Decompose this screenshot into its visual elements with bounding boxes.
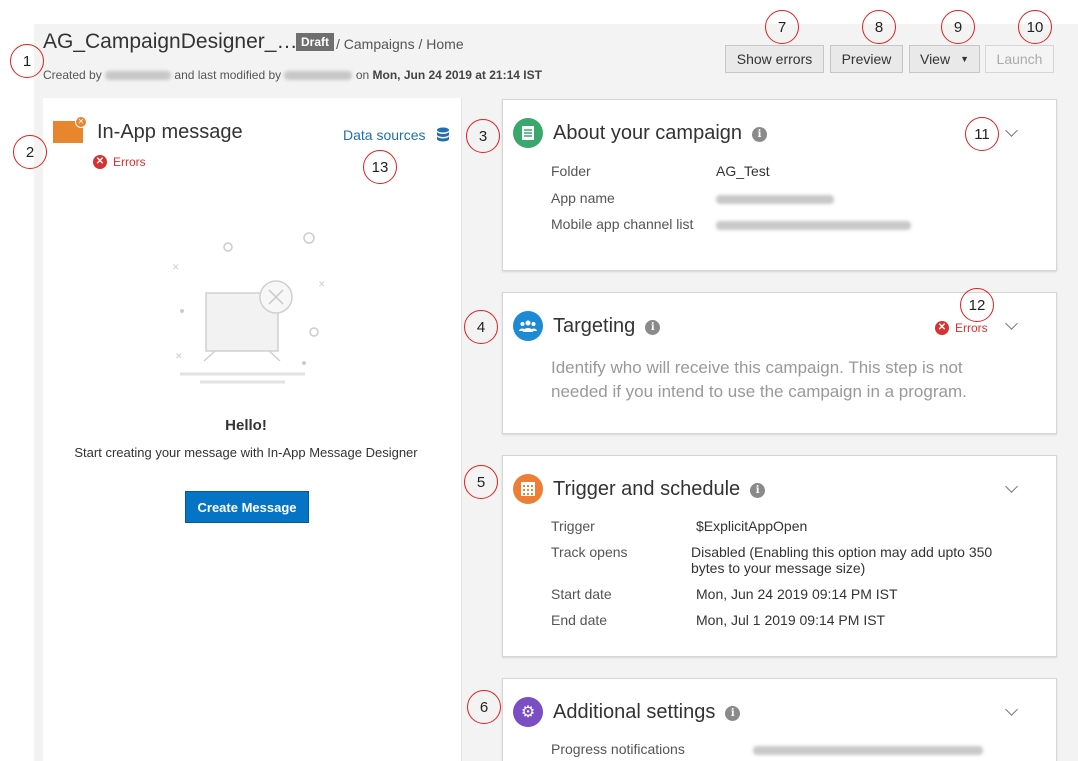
error-icon: ✕	[93, 154, 107, 169]
end-date-label: End date	[551, 612, 608, 628]
annotation-marker-3: 3	[466, 119, 500, 153]
chevron-down-icon[interactable]	[1005, 317, 1018, 330]
meta-modified-middle: and last modified by	[174, 68, 282, 82]
show-errors-button[interactable]: Show errors	[725, 45, 824, 73]
annotation-marker-6: 6	[467, 690, 501, 724]
annotation-marker-11: 11	[965, 117, 999, 151]
track-opens-value: Disabled (Enabling this option may add u…	[691, 544, 993, 576]
annotation-marker-9: 9	[941, 10, 975, 44]
chevron-down-icon[interactable]	[1005, 480, 1018, 493]
create-message-button[interactable]: Create Message	[185, 491, 309, 523]
meta-created-prefix: Created by	[43, 68, 102, 82]
info-icon[interactable]: i	[725, 706, 741, 721]
view-label: View	[919, 51, 951, 67]
error-badge-icon: ✕	[75, 116, 87, 128]
meta-on: on	[355, 68, 370, 82]
app-name-value-redacted	[716, 195, 834, 204]
folder-value: AG_Test	[716, 163, 770, 179]
status-badge: Draft	[296, 33, 335, 51]
track-opens-label: Track opens	[551, 544, 628, 560]
breadcrumb[interactable]: / Campaigns / Home	[336, 36, 464, 52]
in-app-errors[interactable]: ✕ Errors	[93, 153, 146, 171]
creator-name-redacted	[105, 71, 172, 81]
additional-settings-title-text: Additional settings	[553, 701, 716, 723]
folder-label: Folder	[551, 163, 591, 179]
launch-button[interactable]: Launch	[985, 45, 1054, 73]
campaign-designer-page: AG_CampaignDesigner_… Draft / Campaigns …	[0, 0, 1078, 761]
channel-list-label: Mobile app channel list	[551, 216, 694, 232]
trigger-label: Trigger	[551, 518, 595, 534]
annotation-marker-10: 10	[1018, 10, 1052, 44]
start-date-label: Start date	[551, 586, 612, 602]
progress-notifications-label: Progress notifications	[551, 741, 685, 757]
annotation-marker-2: 2	[13, 135, 47, 169]
trigger-schedule-card[interactable]: Trigger and schedule i Trigger $ExplicitA…	[502, 455, 1057, 657]
campaign-meta: Created by and last modified by on Mon, …	[43, 68, 542, 82]
targeting-title-text: Targeting	[553, 315, 636, 337]
info-icon[interactable]: i	[750, 483, 766, 498]
errors-label: Errors	[955, 320, 988, 335]
annotation-marker-1: 1	[10, 44, 44, 78]
annotation-marker-7: 7	[765, 10, 799, 44]
svg-text:✕: ✕	[318, 280, 326, 290]
view-dropdown[interactable]: View ▼	[909, 45, 980, 73]
data-sources-link[interactable]: Data sources	[343, 127, 425, 143]
modifier-name-redacted	[284, 71, 353, 81]
trigger-schedule-title-text: Trigger and schedule	[553, 478, 741, 500]
trigger-schedule-title: Trigger and schedule i	[553, 478, 766, 501]
end-date-value: Mon, Jul 1 2019 09:14 PM IST	[696, 612, 886, 628]
additional-settings-title: Additional settings i	[553, 701, 741, 724]
database-icon[interactable]	[436, 127, 450, 143]
targeting-description: Identify who will receive this campaign.…	[551, 358, 967, 401]
svg-text:✕: ✕	[172, 263, 180, 273]
info-icon[interactable]: i	[645, 320, 661, 335]
document-icon	[513, 118, 543, 148]
annotation-marker-12: 12	[960, 288, 994, 322]
chevron-down-icon[interactable]	[1005, 124, 1018, 137]
additional-settings-card[interactable]: ⚙ Additional settings i Progress notifica…	[502, 678, 1057, 761]
error-icon: ✕	[935, 320, 949, 335]
calendar-icon	[513, 474, 543, 504]
meta-date: Mon, Jun 24 2019 at 21:14 IST	[372, 68, 542, 82]
app-name-label: App name	[551, 190, 615, 206]
info-icon[interactable]: i	[752, 127, 768, 142]
hello-subtext: Start creating your message with In-App …	[74, 445, 418, 460]
trigger-value: $ExplicitAppOpen	[696, 518, 808, 534]
progress-notifications-value-redacted	[753, 746, 983, 755]
errors-label: Errors	[113, 154, 146, 169]
caret-down-icon: ▼	[960, 54, 969, 64]
channel-list-value-redacted	[716, 221, 911, 230]
gear-icon: ⚙	[513, 697, 543, 727]
annotation-marker-13: 13	[363, 150, 397, 184]
about-campaign-title-text: About your campaign	[553, 122, 743, 144]
hello-heading: Hello!	[225, 417, 267, 434]
annotation-marker-4: 4	[464, 310, 498, 344]
campaign-title: AG_CampaignDesigner_…	[43, 30, 298, 53]
people-icon	[513, 311, 543, 341]
empty-message-illustration: ✕ ✕ ✕	[172, 232, 326, 384]
annotation-marker-8: 8	[862, 10, 896, 44]
preview-button[interactable]: Preview	[830, 45, 903, 73]
in-app-title: In-App message	[97, 121, 243, 143]
annotation-marker-5: 5	[464, 465, 498, 499]
svg-text:✕: ✕	[175, 352, 183, 362]
about-campaign-title: About your campaign i	[553, 122, 768, 145]
chevron-down-icon[interactable]	[1005, 703, 1018, 716]
start-date-value: Mon, Jun 24 2019 09:14 PM IST	[696, 586, 898, 602]
targeting-title: Targeting i	[553, 315, 661, 338]
